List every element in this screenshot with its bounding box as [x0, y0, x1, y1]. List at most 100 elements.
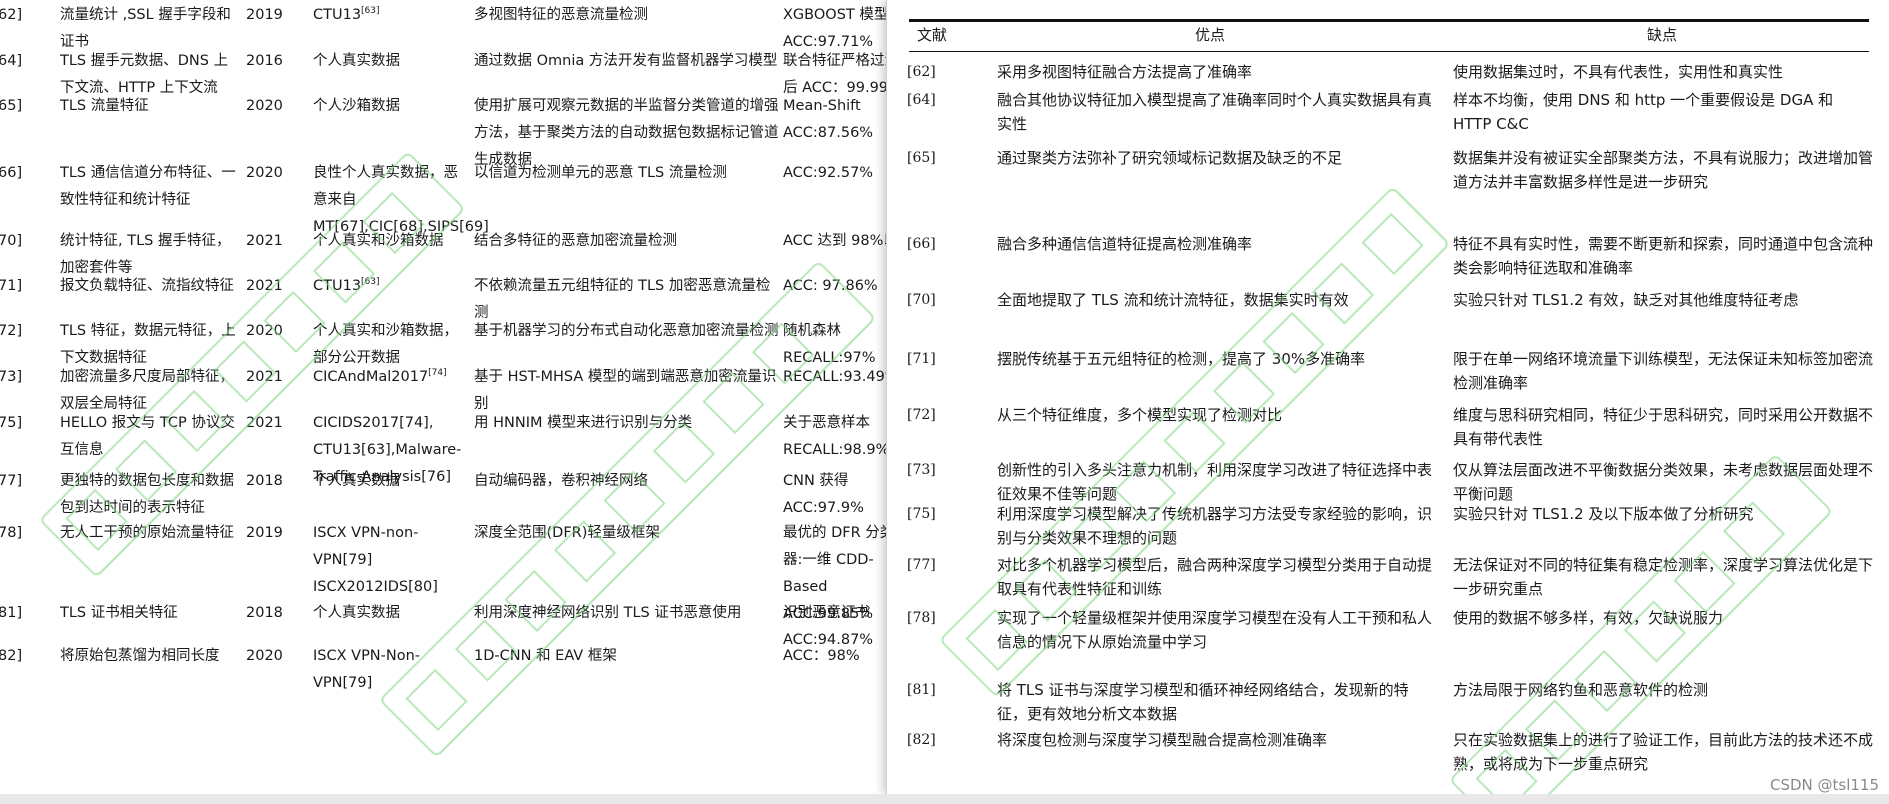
pros-cell: 摆脱传统基于五元组特征的检测，提高了 30%多准确率 — [997, 350, 1366, 368]
feature-cell: TLS 流量特征 — [60, 93, 240, 120]
dataset-cell: 个人真实数据 — [313, 48, 469, 75]
ref-cell: [77] — [907, 557, 936, 573]
pros-cell: 通过聚类方法弥补了研究领域标记数据及缺乏的不足 — [997, 149, 1343, 167]
citation-superscript: [63] — [361, 6, 380, 17]
ref-cell: 73] — [0, 364, 48, 391]
feature-cell-text: TLS 特征，数据元特征，上下文数据特征 — [60, 323, 236, 366]
result-cell-text: 随机森林 RECALL:97% — [783, 323, 876, 366]
dataset-cell-text: CTU13 — [313, 7, 362, 23]
ref-cell-text: 71] — [0, 278, 23, 294]
cons-cell: 使用的数据不够多样，有效，欠缺说服力 — [1453, 609, 1724, 627]
year-cell-text: 2021 — [246, 415, 283, 431]
year-cell-text: 2020 — [246, 648, 283, 664]
method-cell-text: 自动编码器，卷积神经网络 — [474, 473, 648, 489]
feature-cell: 报文负载特征、流指纹特征 — [60, 273, 240, 300]
year-cell-text: 2020 — [246, 323, 283, 339]
dataset-cell-text: ISCX VPN-non-VPN[79] ISCX2012IDS[80] — [313, 525, 438, 595]
cons-cell: 使用数据集过时，不具有代表性，实用性和真实性 — [1453, 63, 1784, 81]
ref-cell: 64] — [0, 48, 48, 75]
year-cell: 2020 — [246, 93, 296, 120]
cons-cell: 无法保证对不同的特征集有稳定检测率，深度学习算法优化是下一步研究重点 — [1453, 556, 1874, 598]
dataset-cell-text: CICAndMal2017 — [313, 369, 429, 385]
pros-cell: 融合其他协议特征加入模型提高了准确率同时个人真实数据具有真实性 — [997, 91, 1433, 133]
ref-cell: 78] — [0, 520, 48, 547]
method-cell: 深度全范围(DFR)轻量级框架 — [474, 520, 780, 547]
result-cell-text: ACC：98% — [783, 648, 860, 664]
ref-cell-text: 72] — [0, 323, 23, 339]
header-cons: 缺点 — [1647, 26, 1678, 44]
result-cell-text: 识别恶意证书 ACC:94.87% — [783, 605, 874, 648]
ref-cell-text: 81] — [0, 605, 23, 621]
year-cell-text: 2018 — [246, 473, 283, 489]
dataset-cell-text: CTU13 — [313, 278, 362, 294]
cons-cell: 方法局限于网络钓鱼和恶意软件的检测 — [1453, 681, 1709, 699]
ref-cell-text: 65] — [0, 98, 23, 114]
dataset-cell: ISCX VPN-Non-VPN[79] — [313, 643, 469, 697]
dataset-cell-text: 个人真实和沙箱数据，部分公开数据 — [313, 323, 458, 366]
method-cell: 通过数据 Omnia 方法开发有监督机器学习模型 — [474, 48, 780, 75]
year-cell-text: 2021 — [246, 369, 283, 385]
dataset-cell: CTU13[63] — [313, 2, 469, 29]
pros-cell: 将深度包检测与深度学习模型融合提高检测准确率 — [997, 731, 1328, 749]
ref-cell-text: 77] — [0, 473, 23, 489]
year-cell-text: 2020 — [246, 165, 283, 181]
feature-cell: 更独特的数据包长度和数据包到达时间的表示特征 — [60, 468, 240, 522]
ref-cell: 77] — [0, 468, 48, 495]
ref-cell-text: 64] — [0, 53, 23, 69]
year-cell-text: 2018 — [246, 605, 283, 621]
feature-cell-text: 无人工干预的原始流量特征 — [60, 525, 234, 541]
feature-cell-text: 报文负载特征、流指纹特征 — [60, 278, 234, 294]
table-header-rule — [909, 51, 1869, 52]
result-cell-text: ACC: 97.86% — [783, 278, 878, 294]
ref-cell: 65] — [0, 93, 48, 120]
cons-cell: 只在实验数据集上的进行了验证工作，目前此方法的技术还不成熟，或将成为下一步重点研… — [1453, 731, 1874, 773]
method-cell: 结合多特征的恶意加密流量检测 — [474, 228, 780, 255]
dataset-cell: 个人真实和沙箱数据 — [313, 228, 469, 255]
ref-cell: 71] — [0, 273, 48, 300]
ref-cell: [82] — [907, 732, 936, 748]
result-cell-text: XGBOOST 模型 ACC:97.71% — [783, 7, 889, 50]
ref-cell: 62] — [0, 2, 48, 29]
method-cell-text: 以信道为检测单元的恶意 TLS 流量检测 — [474, 165, 727, 181]
dataset-cell: CICAndMal2017[74] — [313, 364, 469, 391]
method-cell-text: 不依赖流量五元组特征的 TLS 加密恶意流量检测 — [474, 278, 771, 321]
ref-cell: [75] — [907, 506, 936, 522]
dataset-cell-text: 个人真实数据 — [313, 605, 400, 621]
feature-cell: TLS 通信信道分布特征、一致性特征和统计特征 — [60, 160, 240, 214]
result-cell-text: RECALL:93.49% — [783, 369, 899, 385]
year-cell: 2019 — [246, 520, 296, 547]
dataset-cell-text: ISCX VPN-Non-VPN[79] — [313, 648, 421, 691]
cons-cell: 样本不均衡，使用 DNS 和 http 一个重要假设是 DGA 和 HTTP C… — [1453, 91, 1834, 133]
ref-cell-text: 82] — [0, 648, 23, 664]
dataset-cell-text: 个人真实和沙箱数据 — [313, 233, 444, 249]
year-cell: 2016 — [246, 48, 296, 75]
method-cell-text: 用 HNNIM 模型来进行识别与分类 — [474, 415, 693, 431]
pros-cell: 对比多个机器学习模型后，融合两种深度学习模型分类用于自动提取具有代表性特征和训练 — [997, 556, 1433, 598]
year-cell: 2020 — [246, 318, 296, 345]
pros-cell: 将 TLS 证书与深度学习模型和循环神经网络结合，发现新的特征，更有效地分析文本… — [997, 681, 1409, 723]
year-cell: 2021 — [246, 273, 296, 300]
ref-cell-text: 70] — [0, 233, 23, 249]
pros-cell: 全面地提取了 TLS 流和统计流特征，数据集实时有效 — [997, 291, 1349, 309]
feature-cell: TLS 证书相关特征 — [60, 600, 240, 627]
method-cell-text: 结合多特征的恶意加密流量检测 — [474, 233, 677, 249]
ref-cell: [73] — [907, 462, 936, 478]
dataset-cell: 个人真实数据 — [313, 468, 469, 495]
ref-cell-text: 78] — [0, 525, 23, 541]
feature-cell: 无人工干预的原始流量特征 — [60, 520, 240, 547]
year-cell: 2021 — [246, 364, 296, 391]
citation-superscript: [63] — [361, 277, 380, 288]
year-cell-text: 2021 — [246, 278, 283, 294]
cons-cell: 特征不具有实时性，需要不断更新和探索，同时通道中包含流种类会影响特征选取和准确率 — [1453, 235, 1874, 277]
method-cell-text: 基于机器学习的分布式自动化恶意加密流量检测 — [474, 323, 779, 339]
ref-cell: [64] — [907, 92, 936, 108]
feature-cell: HELLO 报文与 TCP 协议交互信息 — [60, 410, 240, 464]
ref-cell-text: 75] — [0, 415, 23, 431]
year-cell: 2019 — [246, 2, 296, 29]
cons-cell: 数据集并没有被证实全部聚类方法，不具有说服力；改进增加管道方法并丰富数据多样性是… — [1453, 149, 1874, 191]
cons-cell: 限于在单一网络环境流量下训练模型，无法保证未知标签加密流检测准确率 — [1453, 350, 1874, 392]
method-cell-text: 多视图特征的恶意流量检测 — [474, 7, 648, 23]
ref-cell: 75] — [0, 410, 48, 437]
method-cell-text: 1D-CNN 和 EAV 框架 — [474, 648, 617, 664]
feature-cell-text: TLS 证书相关特征 — [60, 605, 178, 621]
